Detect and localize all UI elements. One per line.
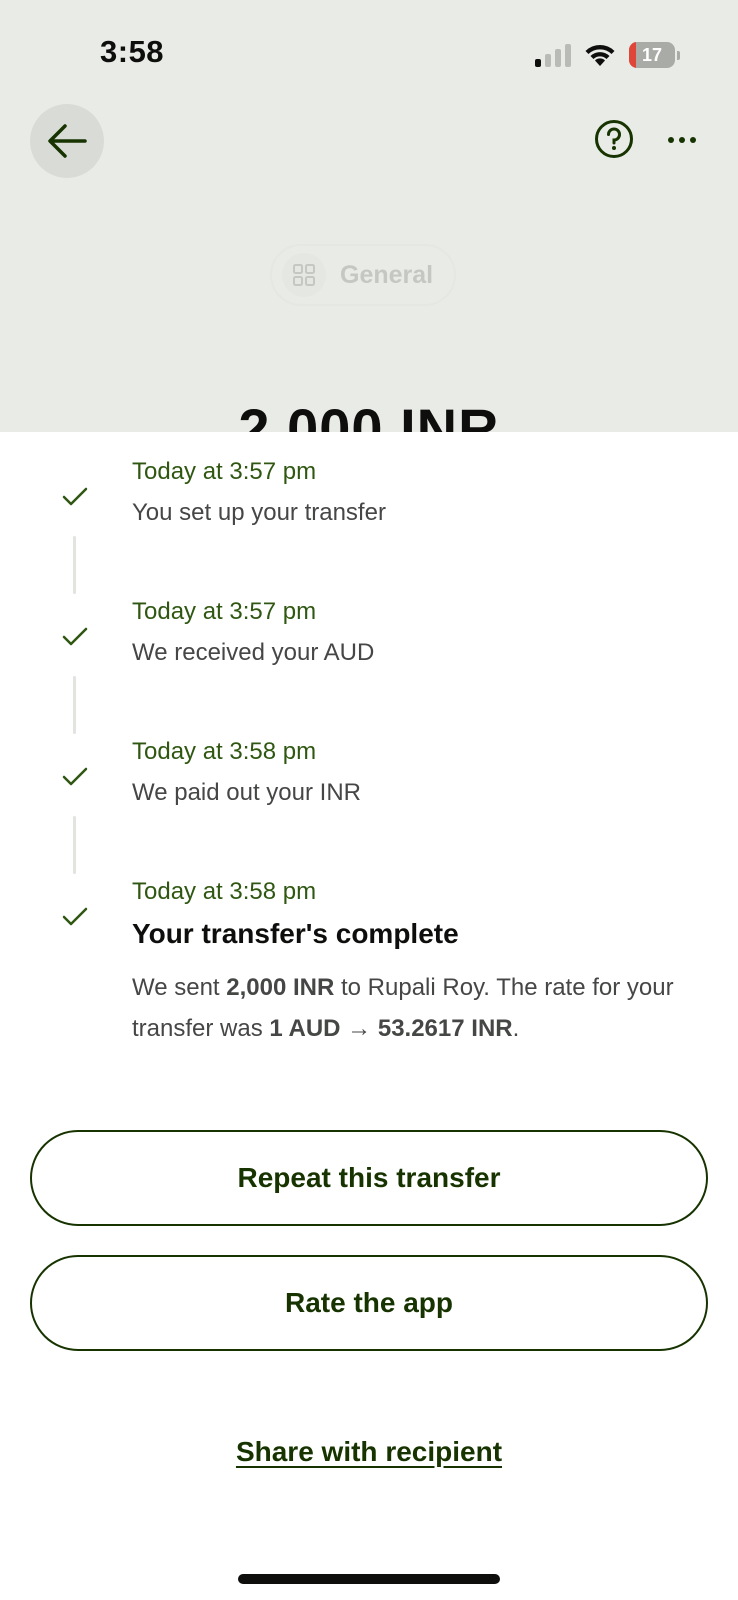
status-time: 3:58 bbox=[100, 34, 165, 69]
check-icon bbox=[62, 627, 88, 646]
transfer-complete-title: Your transfer's complete bbox=[132, 918, 459, 949]
category-label: General bbox=[340, 260, 434, 289]
dot bbox=[690, 137, 696, 143]
timeline-step-text: You set up your transfer bbox=[132, 499, 386, 526]
help-button[interactable] bbox=[594, 119, 634, 159]
exchange-rate: 1 AUD → 53.2617 INR bbox=[269, 1015, 513, 1042]
transfer-complete-description: We sent 2,000 INR to Rupali Roy. The rat… bbox=[132, 974, 674, 1042]
timeline-step-time: Today at 3:58 pm bbox=[132, 738, 317, 765]
category-chip: General bbox=[270, 244, 456, 306]
timeline-step-text: We received your AUD bbox=[132, 639, 375, 666]
grid-icon bbox=[282, 253, 326, 297]
header-area: 3:58 17 General 2,000 INR bbox=[0, 0, 738, 432]
sent-amount: 2,000 INR bbox=[226, 974, 335, 1001]
dot bbox=[679, 137, 685, 143]
timeline-step-text: We paid out your INR bbox=[132, 779, 361, 806]
timeline-step-time: Today at 3:58 pm bbox=[132, 878, 317, 905]
timeline-step-time: Today at 3:57 pm bbox=[132, 458, 317, 485]
timeline-connector bbox=[73, 816, 76, 874]
transfer-amount: 2,000 INR bbox=[238, 397, 500, 432]
rate-app-button[interactable]: Rate the app bbox=[30, 1255, 708, 1351]
status-icons: 17 bbox=[535, 40, 680, 70]
help-circle-icon bbox=[595, 120, 633, 158]
share-with-recipient-link[interactable]: Share with recipient bbox=[0, 1436, 738, 1468]
repeat-transfer-button[interactable]: Repeat this transfer bbox=[30, 1130, 708, 1226]
more-options-button[interactable] bbox=[668, 128, 708, 152]
battery-level: 17 bbox=[641, 44, 663, 65]
arrow-left-icon bbox=[48, 124, 87, 158]
wifi-icon bbox=[585, 44, 615, 66]
battery-icon: 17 bbox=[629, 42, 675, 68]
check-icon bbox=[62, 487, 88, 506]
back-button[interactable] bbox=[30, 104, 104, 178]
timeline-step-time: Today at 3:57 pm bbox=[132, 598, 317, 625]
check-icon bbox=[62, 907, 88, 926]
timeline-connector bbox=[73, 676, 76, 734]
check-icon bbox=[62, 767, 88, 786]
home-indicator bbox=[238, 1574, 500, 1584]
cellular-signal-icon bbox=[535, 43, 571, 67]
dot bbox=[668, 137, 674, 143]
timeline-connector bbox=[73, 536, 76, 594]
